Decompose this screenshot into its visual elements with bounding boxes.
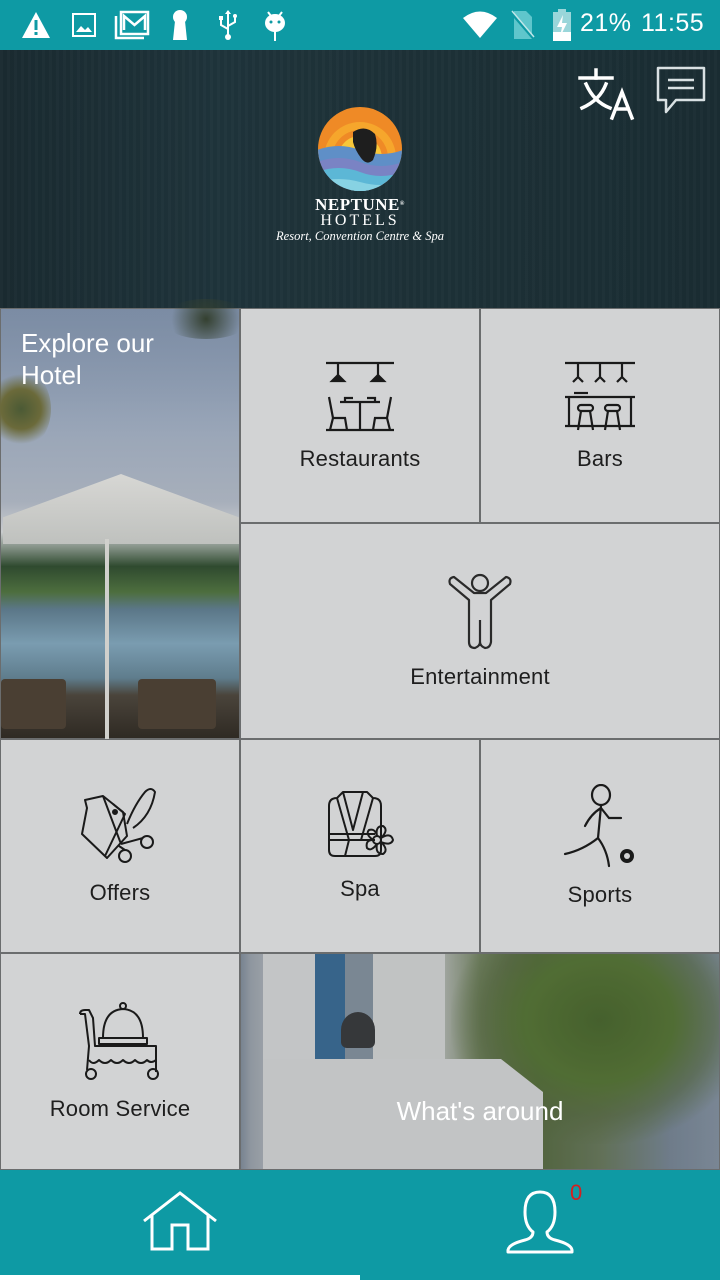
keyhole-icon	[170, 8, 190, 42]
translate-icon	[578, 68, 635, 121]
hotel-header: NEPTUNE® HOTELS Resort, Convention Centr…	[0, 50, 720, 308]
selected-tab-indicator	[0, 1275, 360, 1280]
restaurant-icon	[326, 361, 394, 431]
room-service-label: Room Service	[49, 1095, 191, 1121]
coupon-scissors-icon	[81, 788, 156, 863]
chat-button[interactable]	[652, 62, 710, 120]
tile-offers[interactable]: Offers	[1, 740, 239, 952]
tile-spa[interactable]: Spa	[241, 740, 479, 952]
sunbed	[1, 679, 66, 729]
usb-icon	[216, 8, 240, 42]
umbrella	[3, 474, 239, 544]
menu-grid: Explore our Hotel Restaurants Bars Enter…	[0, 299, 720, 1170]
bar-icon	[565, 361, 635, 430]
restaurants-label: Restaurants	[299, 445, 421, 471]
tile-whats-around[interactable]: What's around	[241, 954, 719, 1169]
room-service-cart-icon	[79, 1001, 159, 1080]
status-bar: 21% 11:55	[0, 0, 720, 50]
bottom-navigation: 0	[0, 1170, 720, 1280]
sports-label: Sports	[567, 882, 633, 907]
chat-icon	[656, 66, 706, 114]
brand-tagline: Resort, Convention Centre & Spa	[276, 229, 444, 243]
tile-sports[interactable]: Sports	[481, 740, 719, 952]
nav-home-button[interactable]	[0, 1170, 360, 1274]
neptune-emblem-icon	[318, 107, 402, 191]
tile-explore-hotel[interactable]: Explore our Hotel	[0, 299, 251, 739]
battery-percent: 21%	[580, 9, 632, 37]
spa-label: Spa	[340, 876, 380, 901]
no-sim-icon	[508, 8, 536, 42]
tile-bars[interactable]: Bars	[481, 309, 719, 522]
entertainment-label: Entertainment	[410, 664, 550, 689]
warning-icon	[20, 8, 52, 42]
translate-button[interactable]	[574, 64, 638, 124]
home-icon	[143, 1191, 217, 1251]
nav-profile-button[interactable]	[360, 1170, 720, 1274]
brand-subtitle: HOTELS	[320, 212, 400, 229]
clock: 11:55	[641, 9, 705, 37]
bars-label: Bars	[576, 445, 624, 471]
sunbed	[138, 679, 216, 729]
explore-hotel-label: Explore our Hotel	[21, 328, 154, 390]
tile-room-service[interactable]: Room Service	[1, 954, 239, 1169]
soccer-player-icon	[563, 784, 634, 868]
umbrella-pole	[105, 539, 109, 739]
person-cheering-icon	[448, 573, 512, 650]
image-overlay	[241, 954, 719, 1169]
battery-charging-icon	[552, 8, 572, 42]
android-debug-icon	[262, 8, 288, 42]
hotel-logo: NEPTUNE® HOTELS Resort, Convention Centr…	[262, 106, 458, 252]
tile-entertainment[interactable]: Entertainment	[241, 524, 719, 738]
profile-icon	[506, 1190, 574, 1254]
offers-label: Offers	[89, 880, 151, 905]
brand-name: NEPTUNE®	[315, 195, 405, 214]
gmail-icon	[114, 8, 150, 42]
image-icon	[72, 8, 96, 42]
whats-around-label: What's around	[396, 1096, 564, 1126]
tile-restaurants[interactable]: Restaurants	[241, 309, 479, 522]
wifi-icon	[462, 8, 498, 42]
notification-badge: 0	[570, 1180, 583, 1205]
bathrobe-flower-icon	[328, 791, 394, 857]
palm-leaves	[161, 299, 251, 339]
